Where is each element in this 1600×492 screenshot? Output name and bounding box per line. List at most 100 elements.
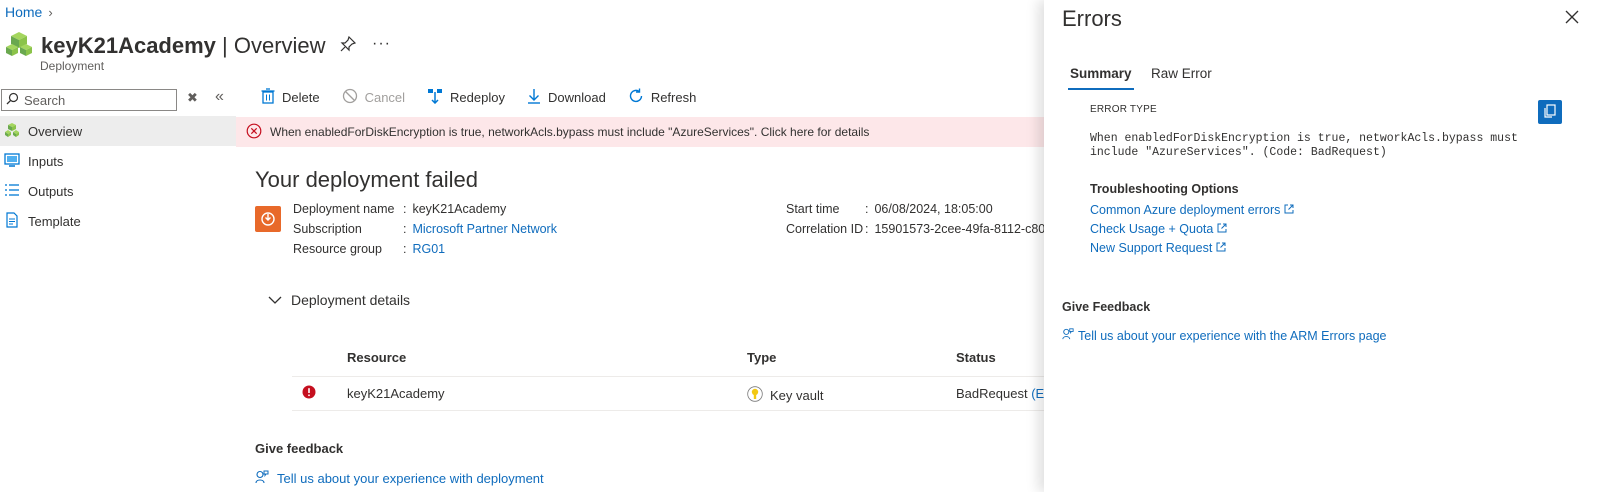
start-time-key: Start time (786, 202, 840, 216)
errors-panel-title: Errors (1062, 6, 1122, 31)
page-header: keyK21Academy | Overview (5, 30, 326, 61)
download-label: Download (547, 90, 606, 105)
status-cell: BadRequest (Err (956, 386, 1044, 401)
sidebar-item-label: Template (28, 213, 81, 229)
deployment-name-key: Deployment name (293, 202, 395, 216)
support-request-label: New Support Request (1090, 241, 1213, 255)
deployment-details-toggle[interactable]: Deployment details (268, 292, 410, 308)
resource-group-key: Resource group (293, 242, 382, 256)
search-input[interactable]: Search (1, 89, 177, 111)
deployment-failed-icon (255, 206, 281, 232)
error-message-text: When enabledForDiskEncryption is true, n… (1090, 132, 1518, 159)
cancel-icon (342, 88, 358, 107)
sidebar-item-inputs[interactable]: Inputs (0, 146, 236, 176)
refresh-button[interactable]: Refresh (628, 88, 697, 107)
common-errors-link[interactable]: Common Azure deployment errors (1090, 203, 1294, 217)
trash-icon (261, 88, 275, 107)
redeploy-button[interactable]: Redeploy (427, 88, 505, 107)
error-details-link[interactable]: (Err (1031, 386, 1044, 401)
sidebar-item-label: Outputs (28, 183, 74, 199)
subscription-row: Subscription: Microsoft Partner Network (293, 222, 557, 236)
external-link-icon (1216, 241, 1226, 255)
tab-raw-error[interactable]: Raw Error (1151, 66, 1212, 81)
copy-icon (1543, 103, 1557, 121)
deployment-details-label: Deployment details (291, 292, 411, 308)
deployment-status-title: Your deployment failed (255, 167, 479, 192)
breadcrumb-home-link[interactable]: Home (5, 4, 42, 20)
start-time-value: 06/08/2024, 18:05:00 (874, 202, 993, 216)
active-tab-indicator (1068, 88, 1134, 90)
collapse-sidebar-icon[interactable]: « (215, 88, 224, 106)
sidebar-item-overview[interactable]: Overview (0, 116, 236, 146)
delete-label: Delete (282, 90, 320, 105)
template-icon (4, 211, 20, 231)
subscription-key: Subscription (293, 222, 362, 236)
arm-errors-feedback-label: Tell us about your experience with the A… (1078, 328, 1387, 343)
refresh-label: Refresh (650, 90, 697, 105)
correlation-id-row: Correlation ID:15901573-2cee-49fa-8112-c… (786, 222, 1044, 236)
title-separator: | (215, 32, 234, 58)
pin-icon[interactable] (340, 35, 357, 55)
errors-panel: Errors Summary Raw Error ERROR TYPE When… (1044, 0, 1600, 492)
type-cell: Key vault (747, 386, 823, 405)
give-feedback-heading: Give feedback (255, 441, 344, 456)
column-header-status[interactable]: Status (956, 350, 996, 365)
close-icon[interactable] (1564, 8, 1580, 31)
inputs-icon (4, 152, 20, 171)
delete-button[interactable]: Delete (261, 88, 320, 107)
tab-summary[interactable]: Summary (1068, 66, 1134, 90)
download-icon (527, 88, 541, 107)
common-errors-label: Common Azure deployment errors (1090, 203, 1281, 217)
external-link-icon (1284, 203, 1294, 217)
sidebar-item-label: Overview (28, 123, 83, 139)
subscription-link[interactable]: Microsoft Partner Network (412, 222, 556, 236)
key-vault-icon (747, 386, 763, 405)
cancel-button[interactable]: Cancel (342, 88, 405, 107)
sidebar-item-template[interactable]: Template (0, 206, 236, 236)
outputs-icon (4, 182, 20, 201)
resource-name-cell[interactable]: keyK21Academy (347, 386, 445, 401)
start-time-row: Start time:06/08/2024, 18:05:00 (786, 202, 993, 216)
refresh-icon (628, 88, 644, 107)
overview-icon (4, 122, 20, 141)
support-request-link[interactable]: New Support Request (1090, 241, 1226, 255)
error-banner-message: When enabledForDiskEncryption is true, n… (270, 125, 870, 139)
arm-errors-feedback-link[interactable]: Tell us about your experience with the A… (1062, 328, 1387, 343)
page-subtitle: Deployment (40, 59, 105, 73)
error-type-label: ERROR TYPE (1090, 104, 1157, 115)
deployment-cubes-icon (5, 30, 33, 61)
more-options-icon[interactable]: ··· (372, 35, 391, 53)
troubleshooting-heading: Troubleshooting Options (1090, 182, 1239, 196)
external-link-icon (1217, 222, 1227, 236)
search-icon (6, 92, 19, 108)
copy-button[interactable] (1538, 100, 1562, 124)
status-value: BadRequest (956, 386, 1028, 401)
chevron-down-icon (268, 292, 282, 308)
view-name: Overview (233, 32, 326, 58)
type-label: Key vault (770, 388, 824, 403)
deployment-feedback-label: Tell us about your experience with deplo… (277, 471, 544, 486)
sidebar-item-label: Inputs (28, 153, 64, 169)
resource-name: keyK21Academy (41, 32, 216, 58)
error-status-icon (302, 385, 316, 402)
usage-quota-link[interactable]: Check Usage + Quota (1090, 222, 1227, 236)
page-title: keyK21Academy | Overview (41, 33, 326, 59)
column-header-type[interactable]: Type (747, 350, 776, 365)
error-banner[interactable]: When enabledForDiskEncryption is true, n… (236, 117, 1050, 147)
deployment-feedback-link[interactable]: Tell us about your experience with deplo… (255, 470, 544, 487)
correlation-id-value: 15901573-2cee-49fa-8112-c80 (874, 222, 1044, 236)
clear-search-icon[interactable]: ✖︎ (187, 90, 198, 106)
column-header-resource[interactable]: Resource (347, 350, 406, 365)
feedback-icon (255, 470, 269, 487)
download-button[interactable]: Download (527, 88, 606, 107)
sidebar-item-outputs[interactable]: Outputs (0, 176, 236, 206)
command-bar: Delete Cancel Redeploy Download Refresh (261, 88, 696, 107)
cancel-label: Cancel (364, 90, 406, 105)
correlation-id-key: Correlation ID (786, 222, 864, 236)
redeploy-icon (427, 88, 443, 107)
search-placeholder: Search (24, 92, 66, 108)
deployment-name-value: keyK21Academy (412, 202, 507, 216)
chevron-right-icon: › (48, 4, 53, 20)
resource-group-link[interactable]: RG01 (412, 242, 445, 256)
redeploy-label: Redeploy (450, 90, 505, 105)
